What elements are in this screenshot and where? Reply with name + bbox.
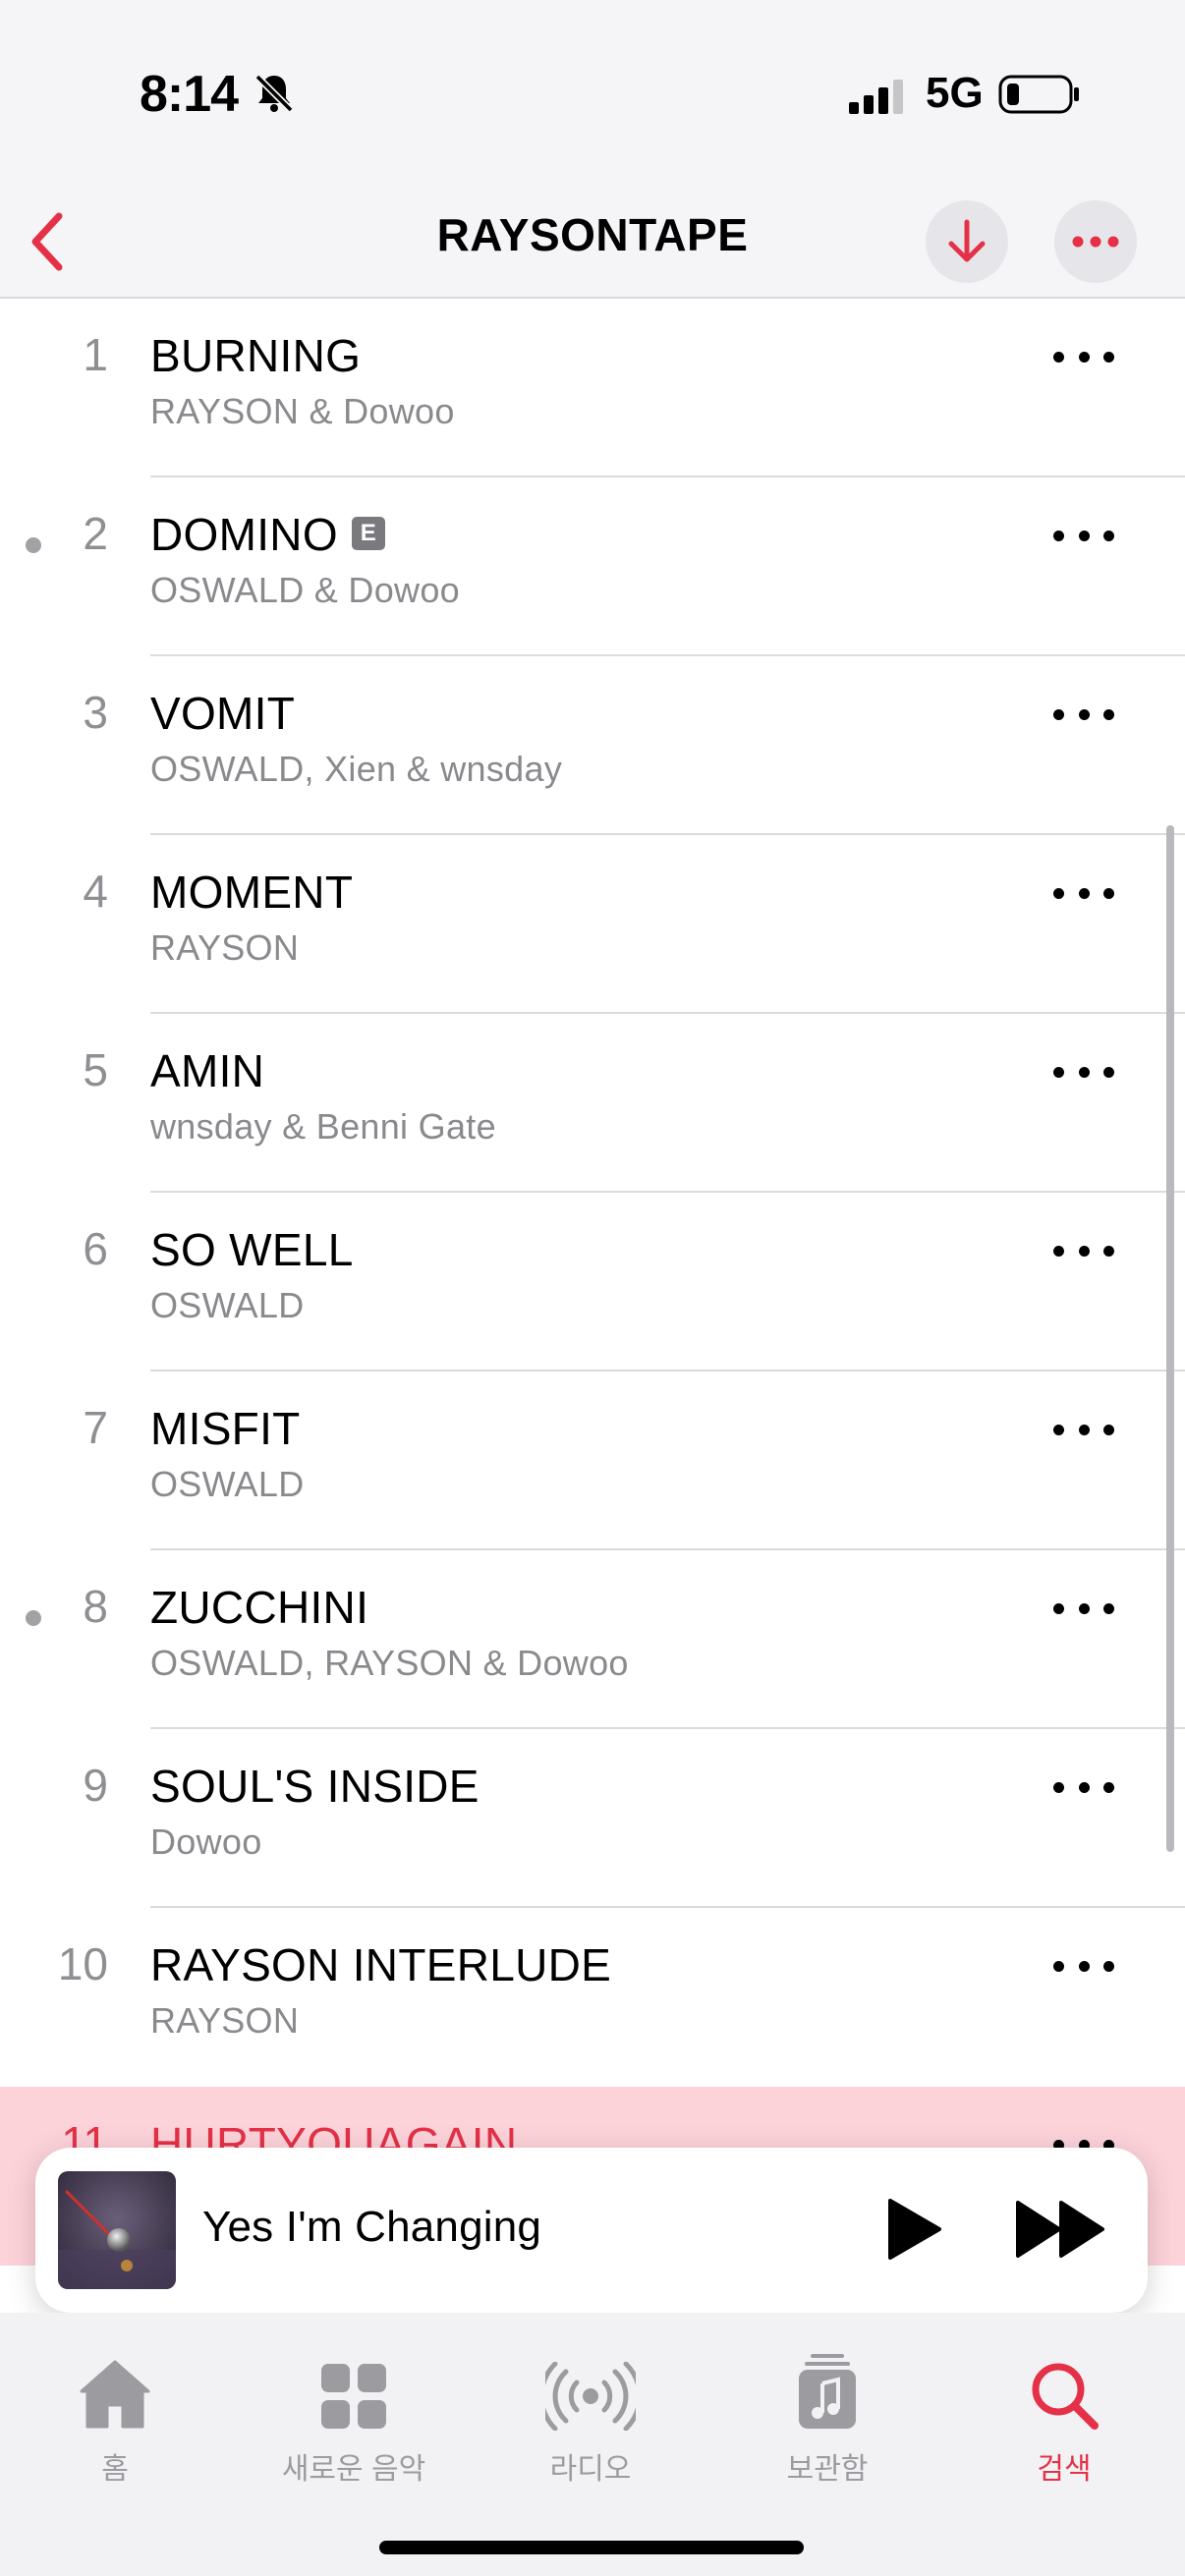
- radio-icon: [545, 2362, 636, 2431]
- tab-label: 새로운 음악: [281, 2453, 426, 2486]
- track-number: 2: [83, 508, 108, 559]
- navigation-bar: RAYSONTAPE: [0, 187, 1185, 299]
- track-row[interactable]: 3 VOMIT OSWALD, Xien & wnsday: [0, 656, 1185, 835]
- tab-label: 보관함: [786, 2453, 869, 2486]
- track-more-icon[interactable]: [1053, 1415, 1114, 1444]
- track-row[interactable]: 5 AMIN wnsday & Benni Gate: [0, 1014, 1185, 1193]
- ellipsis-icon: [1072, 236, 1119, 248]
- track-title: VOMIT: [150, 688, 296, 739]
- library-icon: [799, 2354, 856, 2429]
- track-more-icon[interactable]: [1053, 878, 1114, 908]
- network-type: 5G: [926, 69, 984, 117]
- track-more-icon[interactable]: [1053, 1951, 1114, 1981]
- download-arrow-icon: [948, 219, 986, 262]
- track-artist: OSWALD & Dowoo: [150, 570, 460, 610]
- track-row[interactable]: 2 DOMINO E OSWALD & Dowoo: [0, 477, 1185, 656]
- explicit-badge: E: [351, 516, 385, 550]
- track-more-icon[interactable]: [1053, 521, 1114, 550]
- track-more-icon[interactable]: [1053, 1057, 1114, 1087]
- track-title: ZUCCHINI: [150, 1582, 369, 1633]
- search-icon: [1032, 2363, 1099, 2430]
- track-title: MISFIT: [150, 1403, 301, 1454]
- tab-library[interactable]: 보관함: [729, 2348, 926, 2488]
- status-bar: 8:14 5G: [0, 0, 1185, 187]
- download-button[interactable]: [926, 200, 1008, 283]
- track-artist: RAYSON: [150, 927, 300, 968]
- mini-player[interactable]: Yes I'm Changing: [35, 2148, 1148, 2313]
- track-more-icon[interactable]: [1053, 700, 1114, 729]
- tab-new-music[interactable]: 새로운 음악: [255, 2348, 452, 2488]
- silent-bell-icon: [254, 74, 294, 113]
- tab-radio[interactable]: 라디오: [492, 2348, 689, 2488]
- tab-label: 라디오: [549, 2453, 632, 2486]
- tab-label: 검색: [1037, 2453, 1092, 2486]
- track-title: DOMINO E: [150, 508, 385, 561]
- track-number: 9: [83, 1760, 108, 1811]
- track-artist: OSWALD: [150, 1285, 305, 1325]
- track-list: 1 BURNING RAYSON & Dowoo 2 DOMINO E OSWAL…: [0, 299, 1185, 2266]
- battery-icon: [998, 75, 1079, 114]
- track-artist: Dowoo: [150, 1821, 262, 1862]
- track-artist: wnsday & Benni Gate: [150, 1106, 496, 1147]
- album-artwork[interactable]: [58, 2171, 176, 2289]
- track-number: 8: [83, 1581, 108, 1632]
- more-options-button[interactable]: [1054, 200, 1137, 283]
- now-playing-title: Yes I'm Changing: [202, 2203, 542, 2251]
- track-more-icon[interactable]: [1053, 1236, 1114, 1265]
- play-icon[interactable]: [878, 2195, 947, 2264]
- tab-home[interactable]: 홈: [17, 2348, 213, 2488]
- track-number: 3: [83, 687, 108, 738]
- track-artist: RAYSON: [150, 2000, 300, 2041]
- fast-forward-icon[interactable]: [1014, 2197, 1108, 2262]
- status-time: 8:14: [140, 66, 239, 123]
- track-number: 7: [83, 1402, 108, 1453]
- track-number: 4: [83, 866, 108, 917]
- grid-icon: [321, 2364, 386, 2429]
- tab-label: 홈: [101, 2453, 129, 2486]
- track-number: 5: [83, 1044, 108, 1095]
- track-row[interactable]: 1 BURNING RAYSON & Dowoo: [0, 299, 1185, 477]
- track-row[interactable]: 4 MOMENT RAYSON: [0, 835, 1185, 1014]
- scrollbar[interactable]: [1166, 825, 1174, 1852]
- track-title: AMIN: [150, 1045, 265, 1096]
- track-row[interactable]: 6 SO WELL OSWALD: [0, 1193, 1185, 1372]
- track-title: MOMENT: [150, 867, 354, 918]
- track-row[interactable]: 7 MISFIT OSWALD: [0, 1372, 1185, 1550]
- track-title: SO WELL: [150, 1224, 354, 1275]
- home-indicator[interactable]: [379, 2541, 804, 2554]
- track-more-icon[interactable]: [1053, 1594, 1114, 1623]
- track-artist: OSWALD: [150, 1464, 305, 1504]
- track-number: 1: [83, 329, 108, 380]
- track-more-icon[interactable]: [1053, 1772, 1114, 1802]
- track-row[interactable]: 9 SOUL'S INSIDE Dowoo: [0, 1729, 1185, 1908]
- track-title: BURNING: [150, 330, 362, 381]
- track-artist: OSWALD, RAYSON & Dowoo: [150, 1643, 629, 1683]
- track-row[interactable]: 10 RAYSON INTERLUDE RAYSON: [0, 1908, 1185, 2087]
- track-number: 10: [57, 1938, 108, 1989]
- track-number: 6: [83, 1223, 108, 1274]
- tab-bar: 홈 새로운 음악 라디오 보관함 검색: [0, 2313, 1185, 2576]
- tab-search[interactable]: 검색: [966, 2348, 1162, 2488]
- track-title: SOUL'S INSIDE: [150, 1761, 480, 1812]
- track-artist: RAYSON & Dowoo: [150, 391, 455, 431]
- track-more-icon[interactable]: [1053, 342, 1114, 371]
- track-title: RAYSON INTERLUDE: [150, 1939, 612, 1990]
- track-row[interactable]: 8 ZUCCHINI OSWALD, RAYSON & Dowoo: [0, 1550, 1185, 1729]
- home-icon: [80, 2360, 150, 2429]
- cellular-signal-icon: [849, 80, 903, 114]
- track-artist: OSWALD, Xien & wnsday: [150, 749, 563, 789]
